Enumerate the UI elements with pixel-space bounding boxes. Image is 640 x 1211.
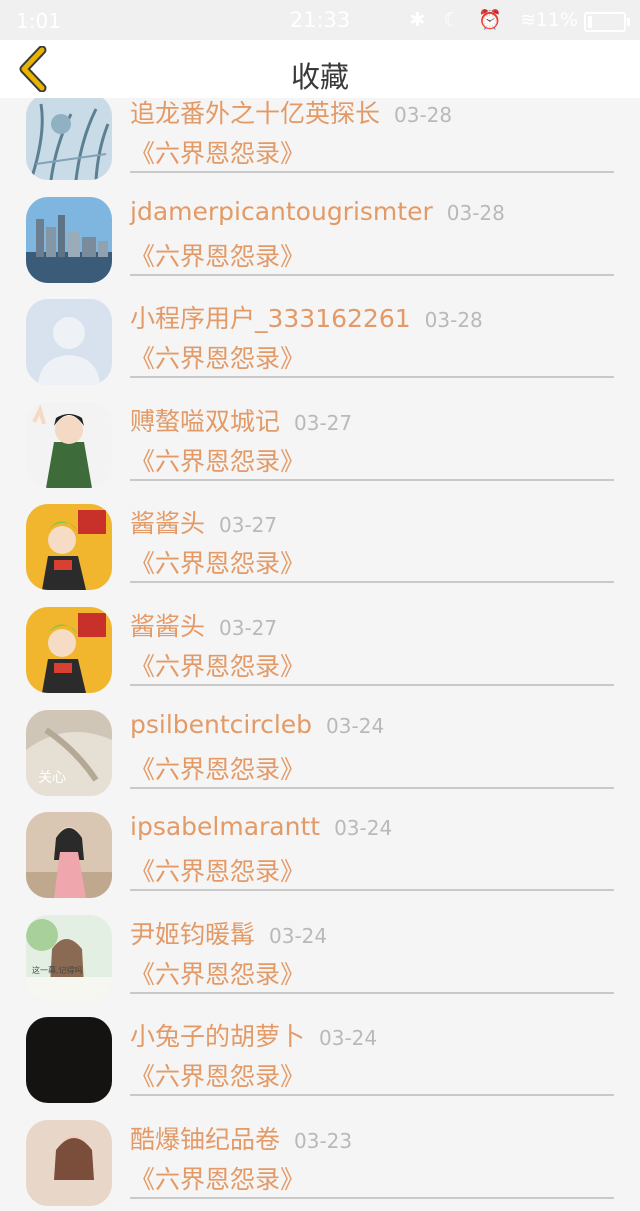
avatar[interactable] [26, 1119, 112, 1206]
item-date: 03-28 [424, 308, 483, 333]
divider [130, 1094, 614, 1097]
list-item[interactable]: ipsabelmarantt 03-24 《六界恩怨录》 [0, 800, 640, 903]
battery-percent: 11% [535, 9, 578, 31]
list-item[interactable]: 酱酱头 03-27 《六界恩怨录》 [0, 492, 640, 595]
book-title[interactable]: 《六界恩怨录》 [130, 955, 305, 991]
user-name[interactable]: 追龙番外之十亿英探长 [130, 99, 380, 128]
item-header: 赙螯嗌双城记 03-27 [130, 402, 352, 438]
list-item[interactable]: 小兔子的胡萝卜 03-24 《六界恩怨录》 [0, 1005, 640, 1108]
book-title[interactable]: 《六界恩怨录》 [130, 544, 305, 580]
avatar[interactable] [26, 94, 112, 180]
list-item[interactable]: 关心 psilbentcircleb 03-24 《六界恩怨录》 [0, 698, 640, 801]
item-date: 03-28 [446, 200, 505, 225]
list-item[interactable]: 赙螯嗌双城记 03-27 《六界恩怨录》 [0, 390, 640, 493]
book-title[interactable]: 《六界恩怨录》 [130, 1057, 305, 1093]
book-title[interactable]: 《六界恩怨录》 [130, 237, 305, 273]
divider [130, 683, 614, 686]
book-title[interactable]: 《六界恩怨录》 [130, 647, 305, 683]
item-date: 03-24 [319, 1026, 378, 1051]
item-header: 小程序用户_333162261 03-28 [130, 299, 483, 335]
book-title[interactable]: 《六界恩怨录》 [130, 134, 305, 170]
user-name[interactable]: 酱酱头 [130, 509, 205, 538]
status-bar: 1:01 21:33 ✱ ☾ ⏰ ≋ 11% [0, 0, 640, 40]
user-name[interactable]: 赙螯嗌双城记 [130, 407, 280, 436]
item-date: 03-24 [334, 816, 393, 841]
divider [130, 1196, 614, 1199]
user-name[interactable]: 酱酱头 [130, 612, 205, 641]
item-header: ipsabelmarantt 03-24 [130, 812, 392, 841]
user-name[interactable]: 尹姬钧暖髯 [130, 920, 255, 949]
item-header: 尹姬钧暖髯 03-24 [130, 915, 327, 951]
item-header: 追龙番外之十亿英探长 03-28 [130, 94, 452, 130]
item-date: 03-27 [219, 513, 278, 538]
avatar[interactable] [26, 1017, 112, 1104]
avatar[interactable] [26, 606, 112, 693]
avatar[interactable]: 关心 [26, 709, 112, 796]
item-header: jdamerpicantougrismter 03-28 [130, 197, 505, 226]
item-date: 03-23 [294, 1128, 353, 1153]
page-title: 收藏 [290, 60, 349, 94]
avatar[interactable] [26, 299, 112, 386]
book-title[interactable]: 《六界恩怨录》 [130, 750, 305, 786]
book-title[interactable]: 《六界恩怨录》 [130, 442, 305, 478]
avatar[interactable] [26, 812, 112, 899]
list-item[interactable]: 酷爆铀纪品卷 03-23 《六界恩怨录》 [0, 1108, 640, 1211]
user-name[interactable]: 小兔子的胡萝卜 [130, 1022, 305, 1051]
list-item[interactable]: 小程序用户_333162261 03-28 《六界恩怨录》 [0, 287, 640, 390]
avatar[interactable] [26, 504, 112, 591]
list-item[interactable]: 酱酱头 03-27 《六界恩怨录》 [0, 595, 640, 698]
divider [130, 478, 614, 481]
user-name[interactable]: ipsabelmarantt [130, 812, 320, 841]
avatar[interactable] [26, 401, 112, 488]
divider [130, 889, 614, 892]
item-date: 03-24 [326, 713, 385, 738]
book-title[interactable]: 《六界恩怨录》 [130, 852, 305, 888]
item-date: 03-27 [294, 410, 353, 435]
user-name[interactable]: psilbentcircleb [130, 710, 312, 739]
status-icons: ✱ ☾ ⏰ ≋ [409, 9, 542, 31]
item-date: 03-28 [394, 103, 453, 127]
item-date: 03-24 [269, 923, 328, 948]
divider [130, 786, 614, 789]
item-header: psilbentcircleb 03-24 [130, 710, 384, 739]
book-title[interactable]: 《六界恩怨录》 [130, 339, 305, 375]
avatar[interactable]: 这一幕,记得吗 [26, 914, 112, 1001]
divider [130, 581, 614, 584]
avatar[interactable] [26, 196, 112, 283]
favorites-list: 追龙番外之十亿英探长 03-28 《六界恩怨录》 jdamerpicantougris… [0, 82, 640, 1211]
user-name[interactable]: 酷爆铀纪品卷 [130, 1125, 280, 1154]
battery-icon [584, 12, 630, 32]
item-date: 03-27 [219, 615, 278, 640]
header-bar: 收藏 [0, 40, 640, 98]
book-title[interactable]: 《六界恩怨录》 [130, 1160, 305, 1196]
list-item[interactable]: 这一幕,记得吗 尹姬钧暖髯 03-24 《六界恩怨录》 [0, 903, 640, 1006]
item-header: 小兔子的胡萝卜 03-24 [130, 1017, 377, 1053]
list-item[interactable]: jdamerpicantougrismter 03-28 《六界恩怨录》 [0, 185, 640, 288]
divider [130, 376, 614, 379]
divider [130, 991, 614, 994]
user-name[interactable]: jdamerpicantougrismter [130, 197, 433, 226]
user-name[interactable]: 小程序用户_333162261 [130, 304, 411, 333]
divider [130, 273, 614, 276]
avatar-caption: 这一幕,记得吗 [32, 965, 83, 975]
item-header: 酱酱头 03-27 [130, 504, 277, 540]
item-header: 酱酱头 03-27 [130, 607, 277, 643]
divider [130, 171, 614, 173]
avatar-caption: 关心 [38, 770, 66, 786]
